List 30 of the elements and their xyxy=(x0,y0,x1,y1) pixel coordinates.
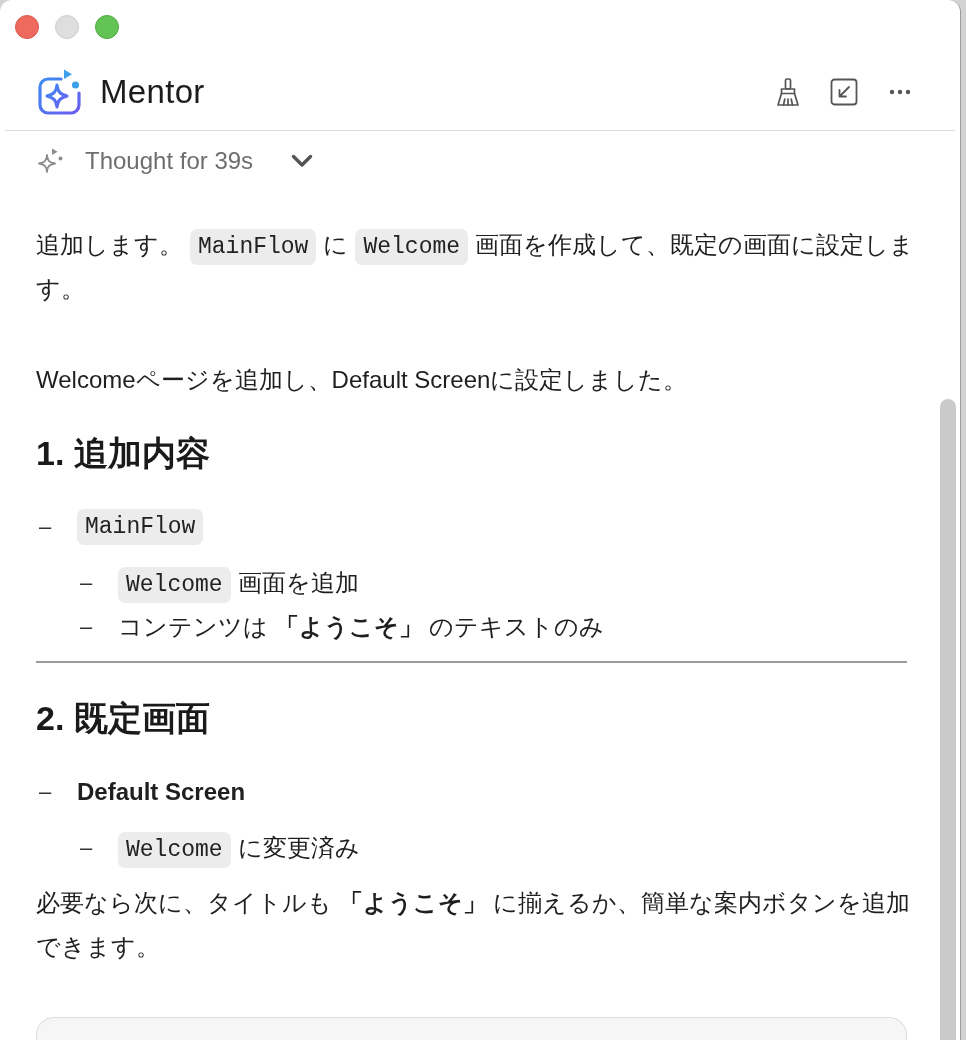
section-heading: 1. 追加内容 xyxy=(36,433,211,474)
scrollbar-thumb[interactable] xyxy=(940,399,956,1040)
inline-code: MainFlow xyxy=(77,509,204,545)
inline-code: MainFlow xyxy=(190,228,317,265)
list-dash: – xyxy=(79,834,94,862)
zoom-button[interactable] xyxy=(95,15,119,39)
app-title: Mentor xyxy=(100,72,205,113)
list-dash: – xyxy=(38,513,53,541)
inline-code: Welcome xyxy=(118,566,231,603)
list-dash: – xyxy=(38,778,53,806)
message-paragraph: 追加します。 MainFlow に Welcome 画面を作成して、既定の画面に設定します。 xyxy=(36,223,915,311)
broom-icon[interactable] xyxy=(775,78,801,106)
close-button[interactable] xyxy=(15,15,39,39)
message-paragraph: 必要なら次に、タイトルも 「ようこそ」 に揃えるか、簡単な案内ボタンを追加できます。 xyxy=(36,888,912,962)
chevron-icon[interactable] xyxy=(291,154,314,168)
inline-code: Welcome xyxy=(355,228,469,265)
collapse-icon[interactable] xyxy=(830,78,858,106)
section-heading: 2. 既定画面 xyxy=(36,698,211,739)
list-item-text: Default Screen xyxy=(77,777,246,807)
sparkle-icon xyxy=(36,147,64,175)
inline-code: Welcome xyxy=(118,831,231,868)
logo-icon xyxy=(37,68,83,116)
list-dash: – xyxy=(79,569,94,597)
list-item-text: コンテンツは 「ようこそ」 のテキストのみ xyxy=(118,612,605,642)
list-item-text: Welcome 画面を追加 xyxy=(118,561,359,605)
thought-label[interactable]: Thought for 39s xyxy=(85,143,254,179)
more-icon[interactable] xyxy=(889,89,911,95)
message-paragraph: Welcomeページを追加し、Default Screenに設定しました。 xyxy=(36,365,689,395)
list-dash: – xyxy=(79,613,94,641)
list-item-text: Welcome に変更済み xyxy=(118,826,360,870)
